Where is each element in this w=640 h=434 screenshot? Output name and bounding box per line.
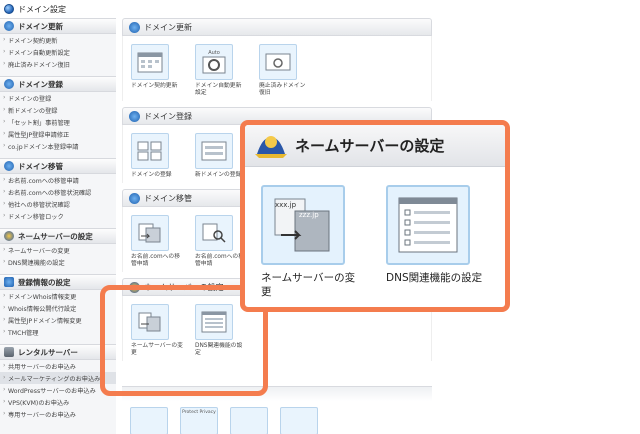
auto-renew-icon: Auto [195,44,233,80]
sidebar-item[interactable]: メールマーケティングのお申込み [0,372,116,384]
sidebar: ドメイン更新 ドメイン契約更新 ドメイン自動更新設定 廃止済みドメイン復旧 ドメ… [0,18,116,434]
tile-domain-register[interactable]: ドメインの登録 [131,133,183,179]
calendar-icon [131,44,169,80]
transfer-icon [4,161,14,171]
sidebar-item[interactable]: 専用サーバーのお申込み [0,408,116,420]
sidebar-group-transfer: ドメイン移管 お名前.comへの移管申請 お名前.comへの移管状況確認 他社へ… [0,158,116,222]
page-title: ドメイン設定 [18,4,66,14]
zoom-callout: ネームサーバーの設定 xxx.jp zzz.jp ネームサーバーの変更 DNS関… [240,120,510,312]
nameserver-change-icon: xxx.jp zzz.jp [261,185,345,265]
tile-transfer-in[interactable]: お名前.comへの移管申請 [131,215,183,268]
callout-tile-dns-settings[interactable]: DNS関連機能の設定 [386,185,489,299]
nameserver-icon [253,132,289,160]
server-icon [4,347,14,357]
plus-icon [129,110,140,122]
restore-icon [259,44,297,80]
section-renewal: ドメイン更新 ドメイン契約更新 Auto ドメイン自動更新設定 廃止済みドメイン… [122,18,432,101]
tile-label: 新ドメインの登録 [195,172,242,178]
transfer-doc-icon [131,215,169,251]
sidebar-item[interactable]: お名前.comへの移管申請 [0,174,116,186]
tile-restore[interactable]: 廃止済みドメイン復旧 [259,44,311,97]
sidebar-heading[interactable]: レンタルサーバー [0,344,116,360]
page-header: ドメイン設定 [0,0,640,18]
tmch-icon[interactable] [280,407,318,434]
protect-privacy-icon[interactable]: Protect Privacy [180,407,218,434]
document-icon [4,277,14,287]
transfer-icon [129,192,140,204]
info-change-icon[interactable] [230,407,268,434]
sidebar-item[interactable]: 他社への移管状況確認 [0,198,116,210]
sidebar-item[interactable]: co.jpドメイン本登録申請 [0,140,116,152]
callout-tile-nameserver-change[interactable]: xxx.jp zzz.jp ネームサーバーの変更 [261,185,364,299]
sidebar-item[interactable]: TMCH管理 [0,326,116,338]
tile-label: お名前.comへの移管申請 [131,254,181,267]
whois-icon[interactable] [130,407,168,434]
nameserver-icon [4,231,14,241]
tile-contract-renewal[interactable]: ドメイン契約更新 [131,44,183,97]
tile-label: ドメイン自動更新設定 [195,83,242,96]
sidebar-heading[interactable]: ドメイン登録 [0,76,116,92]
globe-icon [4,4,14,14]
domain-list-icon [131,133,169,169]
sidebar-item[interactable]: WordPressサーバーのお申込み [0,384,116,396]
sidebar-group-rental-server: レンタルサーバー 共用サーバーのお申込み メールマーケティングのお申込み Wor… [0,344,116,420]
transfer-search-icon [195,215,233,251]
sidebar-heading[interactable]: ドメイン更新 [0,18,116,34]
sidebar-item[interactable]: 新ドメインの登録 [0,104,116,116]
new-domain-icon [195,133,233,169]
sidebar-group-renewal: ドメイン更新 ドメイン契約更新 ドメイン自動更新設定 廃止済みドメイン復旧 [0,18,116,70]
sidebar-item[interactable]: 属性型JPドメイン情報変更 [0,314,116,326]
sidebar-group-nameserver: ネームサーバーの設定 ネームサーバーの変更 DNS関連機能の設定 [0,228,116,268]
sidebar-heading[interactable]: 登録情報の設定 [0,274,116,290]
sidebar-item[interactable]: ドメインWhois情報変更 [0,290,116,302]
sidebar-item[interactable]: お名前.comへの移管状況確認 [0,186,116,198]
sidebar-item[interactable]: 属性型JP登録申請修正 [0,128,116,140]
tile-label: ネームサーバーの変更 [261,272,356,298]
sidebar-heading[interactable]: ネームサーバーの設定 [0,228,116,244]
refresh-icon [129,21,140,33]
sidebar-item[interactable]: ネームサーバーの変更 [0,244,116,256]
refresh-icon [4,21,14,31]
tile-label: ドメインの登録 [131,172,172,178]
sidebar-group-registration: ドメイン登録 ドメインの登録 新ドメインの登録 「セット割」事前管理 属性型JP… [0,76,116,152]
sidebar-group-registrant-info: 登録情報の設定 ドメインWhois情報変更 Whois情報公開代行設定 属性型J… [0,274,116,338]
sidebar-item[interactable]: ドメイン移管ロック [0,210,116,222]
tile-label: DNS関連機能の設定 [386,272,483,284]
sidebar-item[interactable]: ドメインの登録 [0,92,116,104]
dns-list-icon [386,185,470,265]
section-heading: ドメイン更新 [122,18,432,36]
tile-auto-renewal[interactable]: Auto ドメイン自動更新設定 [195,44,247,97]
sidebar-item[interactable]: 廃止済みドメイン復旧 [0,58,116,70]
sidebar-item[interactable]: Whois情報公開代行設定 [0,302,116,314]
sidebar-item[interactable]: DNS関連機能の設定 [0,256,116,268]
tile-label: ドメイン契約更新 [131,83,178,89]
tile-label: 廃止済みドメイン復旧 [259,83,306,96]
plus-icon [4,79,14,89]
sidebar-item[interactable]: VPS(KVM)のお申込み [0,396,116,408]
sidebar-item[interactable]: 「セット割」事前管理 [0,116,116,128]
sidebar-heading[interactable]: ドメイン移管 [0,158,116,174]
sidebar-item[interactable]: 共用サーバーのお申込み [0,360,116,372]
sidebar-item[interactable]: ドメイン契約更新 [0,34,116,46]
callout-heading: ネームサーバーの設定 [245,125,505,167]
sidebar-item[interactable]: ドメイン自動更新設定 [0,46,116,58]
